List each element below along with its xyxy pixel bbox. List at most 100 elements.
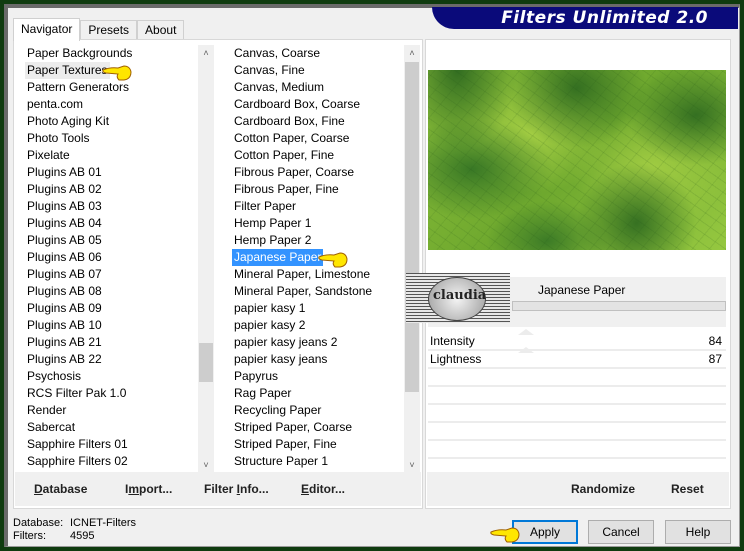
filter-item[interactable]: Hemp Paper 1: [221, 215, 403, 232]
database-button[interactable]: Database: [34, 482, 87, 496]
scroll-thumb[interactable]: [405, 62, 419, 392]
scroll-down-icon[interactable]: ˅: [198, 457, 214, 473]
filter-info-label: Filter Info...: [204, 482, 269, 496]
category-item[interactable]: Plugins AB 06: [14, 249, 197, 266]
filter-item[interactable]: Cotton Paper, Coarse: [221, 130, 403, 147]
category-item[interactable]: Sapphire Filters 02: [14, 453, 197, 469]
filter-item[interactable]: papier kasy jeans: [221, 351, 403, 368]
category-item[interactable]: penta.com: [14, 96, 197, 113]
filter-item[interactable]: Fibrous Paper, Coarse: [221, 164, 403, 181]
scroll-up-icon[interactable]: ˄: [198, 45, 214, 61]
randomize-button[interactable]: Randomize: [571, 482, 635, 496]
filter-item[interactable]: Striped Paper, Fine: [221, 436, 403, 453]
item-label: Plugins AB 04: [27, 216, 102, 230]
item-label: Plugins AB 22: [27, 352, 102, 366]
category-item[interactable]: Plugins AB 10: [14, 317, 197, 334]
filter-item[interactable]: Canvas, Fine: [221, 62, 403, 79]
category-list[interactable]: Paper Backgrounds Paper Textures Pattern G…: [14, 45, 197, 469]
category-item[interactable]: Paper Backgrounds: [14, 45, 197, 62]
filter-item[interactable]: Filter Paper: [221, 198, 403, 215]
category-item[interactable]: Plugins AB 22: [14, 351, 197, 368]
filter-item[interactable]: Mineral Paper, Limestone: [221, 266, 403, 283]
filter-item[interactable]: Japanese Paper: [221, 249, 403, 266]
item-label: Striped Paper, Fine: [234, 437, 337, 451]
category-item[interactable]: Plugins AB 09: [14, 300, 197, 317]
filter-item[interactable]: papier kasy jeans 2: [221, 334, 403, 351]
category-item[interactable]: Plugins AB 04: [14, 215, 197, 232]
item-label: Plugins AB 02: [27, 182, 102, 196]
tab-about[interactable]: About: [137, 20, 185, 40]
item-label: Plugins AB 03: [27, 199, 102, 213]
filter-item[interactable]: Papyrus: [221, 368, 403, 385]
category-item[interactable]: Plugins AB 08: [14, 283, 197, 300]
item-label: Mineral Paper, Sandstone: [234, 284, 373, 298]
editor-label: Editor...: [301, 482, 346, 496]
reset-button[interactable]: Reset: [671, 482, 704, 496]
item-label: Mineral Paper, Limestone: [234, 267, 371, 281]
category-item[interactable]: Plugins AB 03: [14, 198, 197, 215]
item-label: papier kasy 1: [234, 301, 306, 315]
filter-info-button[interactable]: Filter Info...: [204, 482, 269, 496]
category-item[interactable]: Sabercat: [14, 419, 197, 436]
filter-preview-image: [428, 70, 726, 250]
help-button[interactable]: Help: [665, 520, 731, 544]
filter-scrollbar[interactable]: ˄ ˅: [404, 45, 420, 473]
filter-item[interactable]: papier kasy 1: [221, 300, 403, 317]
item-label: Plugins AB 21: [27, 335, 102, 349]
apply-button[interactable]: Apply: [512, 520, 578, 544]
param-intensity[interactable]: Intensity 84: [428, 329, 726, 351]
category-item[interactable]: Plugins AB 05: [14, 232, 197, 249]
filter-item[interactable]: Recycling Paper: [221, 402, 403, 419]
item-label: Render: [27, 403, 67, 417]
tab-presets[interactable]: Presets: [80, 20, 138, 40]
item-label: Sapphire Filters 02: [27, 454, 128, 468]
scroll-up-icon[interactable]: ˄: [404, 45, 420, 61]
editor-button[interactable]: Editor...: [301, 482, 345, 496]
title-banner: Filters Unlimited 2.0: [432, 7, 738, 29]
watermark-logo: claudia: [406, 273, 510, 323]
filter-item[interactable]: Canvas, Medium: [221, 79, 403, 96]
slider-marker-icon: [518, 329, 534, 335]
scroll-down-icon[interactable]: ˅: [404, 457, 420, 473]
category-item[interactable]: Pattern Generators: [14, 79, 197, 96]
filter-item[interactable]: Mineral Paper, Sandstone: [221, 283, 403, 300]
category-item[interactable]: Photo Tools: [14, 130, 197, 147]
category-item[interactable]: Pixelate: [14, 147, 197, 164]
filter-item[interactable]: Fibrous Paper, Fine: [221, 181, 403, 198]
filter-item[interactable]: Cardboard Box, Coarse: [221, 96, 403, 113]
filter-progress-bar: [512, 301, 726, 311]
scroll-thumb[interactable]: [199, 343, 213, 382]
filter-item[interactable]: Rag Paper: [221, 385, 403, 402]
category-item[interactable]: Photo Aging Kit: [14, 113, 197, 130]
item-label: Canvas, Coarse: [234, 46, 321, 60]
filter-list[interactable]: Canvas, Coarse Canvas, Fine Canvas, Medium…: [221, 45, 403, 469]
filter-item[interactable]: Cardboard Box, Fine: [221, 113, 403, 130]
filter-item[interactable]: Canvas, Coarse: [221, 45, 403, 62]
item-label: Sapphire Filters 01: [27, 437, 128, 451]
category-item[interactable]: Plugins AB 01: [14, 164, 197, 181]
item-label: Plugins AB 05: [27, 233, 102, 247]
navigator-panel: Paper Backgrounds Paper Textures Pattern G…: [13, 39, 423, 509]
category-item[interactable]: Sapphire Filters 01: [14, 436, 197, 453]
category-item[interactable]: Plugins AB 07: [14, 266, 197, 283]
filter-item[interactable]: Structure Paper 1: [221, 453, 403, 469]
category-scrollbar[interactable]: ˄ ˅: [198, 45, 214, 473]
filter-item[interactable]: Hemp Paper 2: [221, 232, 403, 249]
tab-navigator[interactable]: Navigator: [13, 18, 81, 41]
item-label: RCS Filter Pak 1.0: [27, 386, 127, 400]
cancel-button[interactable]: Cancel: [588, 520, 654, 544]
filter-item[interactable]: papier kasy 2: [221, 317, 403, 334]
settings-button-bar: Randomize Reset: [427, 472, 729, 506]
category-item[interactable]: RCS Filter Pak 1.0: [14, 385, 197, 402]
category-item[interactable]: Render: [14, 402, 197, 419]
filter-item[interactable]: Cotton Paper, Fine: [221, 147, 403, 164]
watermark-badge: claudia: [428, 277, 486, 321]
import-button[interactable]: Import...: [125, 482, 172, 496]
category-item[interactable]: Psychosis: [14, 368, 197, 385]
category-item[interactable]: Plugins AB 21: [14, 334, 197, 351]
item-label: Papyrus: [234, 369, 279, 383]
param-lightness[interactable]: Lightness 87: [428, 347, 726, 369]
filter-item[interactable]: Striped Paper, Coarse: [221, 419, 403, 436]
item-label: Plugins AB 08: [27, 284, 102, 298]
category-item[interactable]: Plugins AB 02: [14, 181, 197, 198]
